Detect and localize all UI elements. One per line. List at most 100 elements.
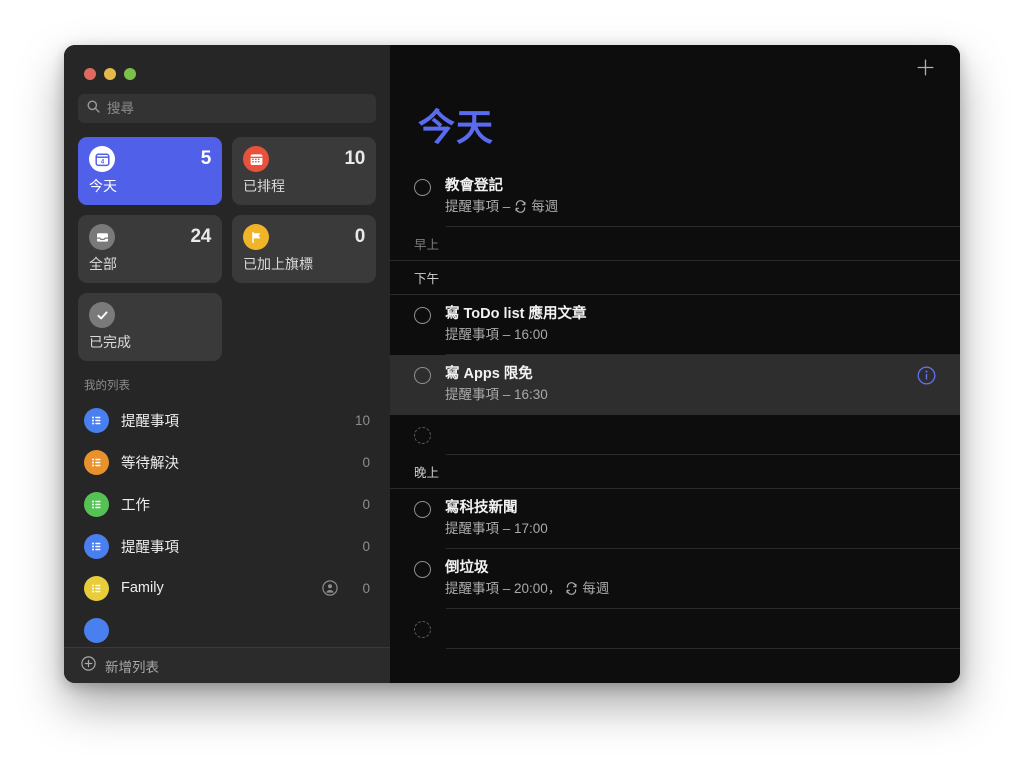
- reminder-subtitle: 提醒事項 – 16:30: [445, 385, 903, 404]
- reminders-list: 教會登記 提醒事項 – 每週 早上 下午 寫 ToDo list 應用文章 提醒…: [390, 167, 960, 683]
- checkmark-icon: [89, 302, 115, 328]
- list-item-label: Family: [121, 580, 164, 596]
- list-bullet-icon: [84, 449, 109, 475]
- list-item-count: 0: [362, 580, 370, 596]
- reminder-body: 寫科技新聞 提醒事項 – 17:00: [445, 499, 936, 538]
- main-toolbar: [390, 45, 960, 95]
- reminder-row[interactable]: 教會登記 提醒事項 – 每週: [390, 167, 960, 227]
- list-item[interactable]: 等待解決 0: [74, 441, 380, 483]
- reminder-title: 倒垃圾: [445, 560, 489, 576]
- flag-icon: [243, 224, 269, 250]
- list-item[interactable]: 工作 0: [74, 483, 380, 525]
- reminder-title: 寫 Apps 限免: [445, 366, 533, 382]
- reminder-sub-prefix: 提醒事項 – 16:30: [445, 387, 548, 402]
- new-reminder-input[interactable]: [445, 619, 936, 636]
- complete-circle[interactable]: [414, 501, 431, 518]
- reminder-body: 倒垃圾 提醒事項 – 20:00， 每週: [445, 559, 936, 598]
- smart-list-flagged-count: 0: [354, 226, 366, 247]
- row-separator: [446, 648, 960, 649]
- search-container: [64, 80, 390, 123]
- new-reminder-circle[interactable]: [414, 427, 431, 444]
- smart-list-all-label: 全部: [89, 256, 117, 272]
- time-section-header-morning: 早上: [390, 227, 960, 261]
- reminder-body: 寫 Apps 限免 提醒事項 – 16:30: [445, 365, 903, 404]
- maximize-button[interactable]: [124, 68, 136, 80]
- smart-list-flagged-label: 已加上旗標: [243, 256, 313, 272]
- smart-lists-grid: 4 5 今天 10 已排程 24 全部 0 已加上旗標 已完成: [64, 123, 390, 361]
- smart-list-today-label: 今天: [89, 178, 117, 194]
- smart-list-all[interactable]: 24 全部: [78, 215, 222, 283]
- complete-circle[interactable]: [414, 307, 431, 324]
- reminder-sub-suffix: 每週: [531, 199, 559, 214]
- reminder-sub-prefix: 提醒事項 – 16:00: [445, 327, 548, 342]
- list-item-label: 等待解決: [121, 455, 179, 472]
- scheduled-calendar-icon: [243, 146, 269, 172]
- list-item-label: 提醒事項: [121, 539, 179, 556]
- new-reminder-row[interactable]: [390, 415, 960, 455]
- new-reminder-input[interactable]: [445, 425, 936, 442]
- smart-list-scheduled-label: 已排程: [243, 178, 285, 194]
- reminder-sub-prefix: 提醒事項 – 20:00，: [445, 581, 562, 596]
- smart-list-completed-top: [89, 302, 211, 328]
- sidebar: 4 5 今天: [64, 45, 390, 683]
- window-controls: [64, 45, 390, 80]
- complete-circle[interactable]: [414, 561, 431, 578]
- main-content: 今天 教會登記 提醒事項 – 每週 早上 下午 寫 ToDo list 應用文章…: [390, 45, 960, 683]
- page-title: 今天: [418, 107, 494, 148]
- complete-circle[interactable]: [414, 179, 431, 196]
- smart-list-today-top: 4 5: [89, 146, 211, 172]
- list-item-partial[interactable]: [74, 609, 380, 651]
- complete-circle[interactable]: [414, 367, 431, 384]
- my-lists: 提醒事項 10 等待解決 0 工作 0 提醒事項 0 Family 0: [64, 399, 390, 683]
- smart-list-scheduled[interactable]: 10 已排程: [232, 137, 376, 205]
- list-bullet-icon: [84, 617, 109, 643]
- reminder-row-selected[interactable]: 寫 Apps 限免 提醒事項 – 16:30: [390, 355, 960, 415]
- reminder-body: 寫 ToDo list 應用文章 提醒事項 – 16:00: [445, 305, 936, 344]
- info-circle-icon[interactable]: [917, 366, 936, 390]
- minimize-button[interactable]: [104, 68, 116, 80]
- shared-person-icon: [322, 580, 338, 596]
- smart-list-completed[interactable]: 已完成: [78, 293, 222, 361]
- close-button[interactable]: [84, 68, 96, 80]
- add-list-button[interactable]: 新增列表: [64, 647, 390, 683]
- list-item[interactable]: 提醒事項 10: [74, 399, 380, 441]
- list-item-count: 0: [362, 496, 370, 512]
- time-section-header-afternoon: 下午: [390, 261, 960, 295]
- smart-list-today-count: 5: [200, 148, 212, 169]
- smart-list-flagged-top: 0: [243, 224, 365, 250]
- smart-list-completed-label: 已完成: [89, 334, 131, 350]
- list-item[interactable]: 提醒事項 0: [74, 525, 380, 567]
- smart-list-today[interactable]: 4 5 今天: [78, 137, 222, 205]
- reminder-body: 教會登記 提醒事項 – 每週: [445, 177, 936, 216]
- new-reminder-row[interactable]: [390, 609, 960, 649]
- plus-icon[interactable]: [915, 57, 936, 83]
- list-item-label: 提醒事項: [121, 413, 179, 430]
- reminder-row[interactable]: 寫 ToDo list 應用文章 提醒事項 – 16:00: [390, 295, 960, 355]
- repeat-icon: [514, 200, 527, 213]
- smart-list-flagged[interactable]: 0 已加上旗標: [232, 215, 376, 283]
- reminder-row[interactable]: 寫科技新聞 提醒事項 – 17:00: [390, 489, 960, 549]
- smart-list-all-count: 24: [190, 226, 211, 247]
- plus-circle-icon: [81, 655, 96, 676]
- list-bullet-icon: [84, 491, 109, 517]
- reminder-title: 教會登記: [445, 178, 503, 194]
- reminder-subtitle: 提醒事項 – 16:00: [445, 325, 936, 344]
- list-item[interactable]: Family 0: [74, 567, 380, 609]
- repeat-icon: [565, 582, 578, 595]
- search-input[interactable]: [107, 101, 367, 116]
- new-reminder-circle[interactable]: [414, 621, 431, 638]
- reminder-subtitle: 提醒事項 – 17:00: [445, 519, 936, 538]
- app-window: 4 5 今天: [64, 45, 960, 683]
- reminder-row[interactable]: 倒垃圾 提醒事項 – 20:00， 每週: [390, 549, 960, 609]
- search-box[interactable]: [78, 94, 376, 123]
- reminder-title: 寫 ToDo list 應用文章: [445, 306, 587, 322]
- time-section-label: 下午: [414, 272, 440, 286]
- list-bullet-icon: [84, 533, 109, 559]
- list-item-label: 工作: [121, 497, 150, 514]
- reminder-subtitle: 提醒事項 – 20:00， 每週: [445, 579, 936, 598]
- inbox-tray-icon: [89, 224, 115, 250]
- add-list-label: 新增列表: [105, 659, 159, 675]
- today-calendar-icon: 4: [89, 146, 115, 172]
- list-item-count: 0: [362, 538, 370, 554]
- time-section-header-evening: 晚上: [390, 455, 960, 489]
